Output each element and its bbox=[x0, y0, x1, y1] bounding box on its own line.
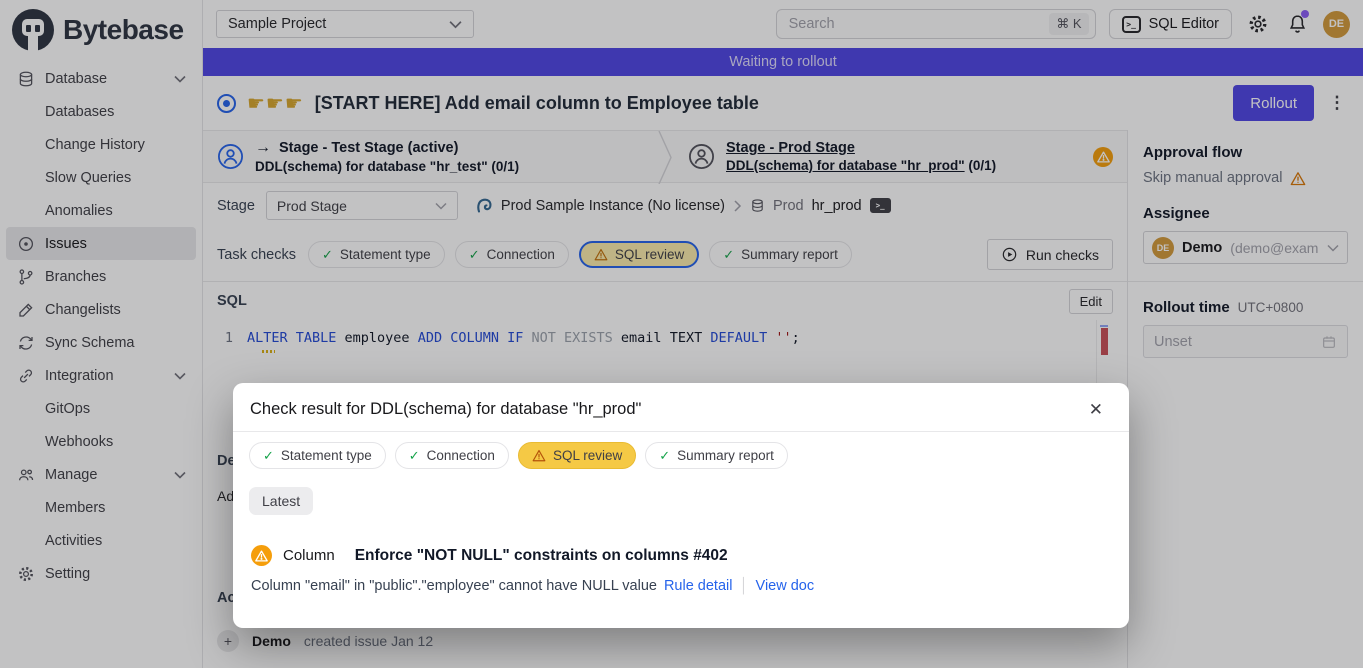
warning-triangle-icon bbox=[532, 449, 546, 462]
modal-header: Check result for DDL(schema) for databas… bbox=[233, 383, 1129, 431]
modal-tab-connection[interactable]: ✓ Connection bbox=[395, 442, 509, 469]
modal-title: Check result for DDL(schema) for databas… bbox=[250, 400, 641, 419]
divider: │ bbox=[739, 578, 748, 594]
result-detail-row: Column "email" in "public"."employee" ca… bbox=[249, 578, 1113, 594]
view-doc-link[interactable]: View doc bbox=[756, 578, 815, 594]
check-result-modal: Check result for DDL(schema) for databas… bbox=[233, 383, 1129, 628]
result-category: Column bbox=[283, 547, 335, 564]
result-rule-title: Enforce "NOT NULL" constraints on column… bbox=[355, 547, 728, 565]
close-icon[interactable]: ✕ bbox=[1089, 401, 1103, 418]
warning-circle-icon bbox=[251, 545, 272, 566]
result-detail-text: Column "email" in "public"."employee" ca… bbox=[251, 578, 657, 594]
modal-body: ✓ Statement type ✓ Connection SQL review… bbox=[233, 432, 1129, 594]
modal-tab-statement-type[interactable]: ✓ Statement type bbox=[249, 442, 386, 469]
modal-check-tabs: ✓ Statement type ✓ Connection SQL review… bbox=[249, 442, 1113, 469]
modal-tab-sql-review[interactable]: SQL review bbox=[518, 442, 636, 469]
check-pass-icon: ✓ bbox=[263, 448, 274, 464]
check-result-row: Column Enforce "NOT NULL" constraints on… bbox=[249, 545, 1113, 566]
latest-chip[interactable]: Latest bbox=[249, 487, 313, 515]
modal-tab-summary-report[interactable]: ✓ Summary report bbox=[645, 442, 788, 469]
check-pass-icon: ✓ bbox=[409, 448, 420, 464]
rule-detail-link[interactable]: Rule detail bbox=[664, 578, 733, 594]
check-pass-icon: ✓ bbox=[659, 448, 670, 464]
